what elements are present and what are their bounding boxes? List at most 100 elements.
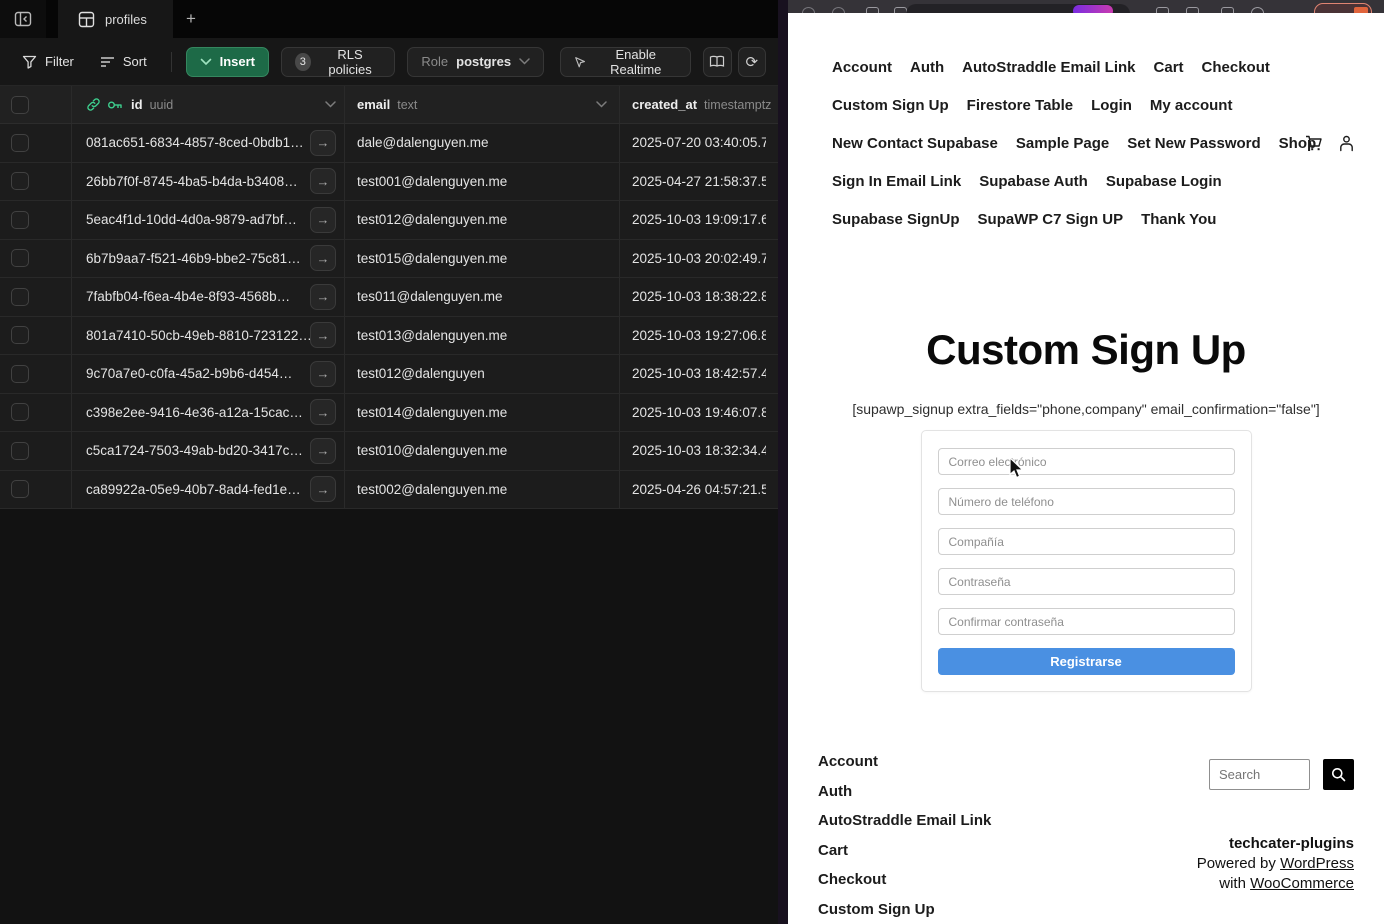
role-select[interactable]: Role postgres xyxy=(407,47,544,77)
footer-link-autostraddle-email-link[interactable]: AutoStraddle Email Link xyxy=(818,812,991,829)
row-checkbox[interactable] xyxy=(11,326,29,344)
expand-row-button[interactable]: → xyxy=(310,361,336,387)
account-icon[interactable] xyxy=(1339,135,1354,152)
cell-email[interactable]: test012@dalenguyen.me xyxy=(357,212,507,227)
nav-link-supabase-auth[interactable]: Supabase Auth xyxy=(979,173,1088,190)
cell-id[interactable]: c398e2ee-9416-4e36-a12a-15cac… xyxy=(86,405,303,420)
nav-link-supabase-login[interactable]: Supabase Login xyxy=(1106,173,1222,190)
table-row[interactable]: c398e2ee-9416-4e36-a12a-15cac… → test014@… xyxy=(0,394,778,433)
cell-created-at[interactable]: 2025-10-03 20:02:49.75 xyxy=(632,251,766,266)
cell-created-at[interactable]: 2025-04-27 21:58:37.54 xyxy=(632,174,766,189)
table-row[interactable]: 6b7b9aa7-f521-46b9-bbe2-75c81… → test015@… xyxy=(0,240,778,279)
cell-id[interactable]: 6b7b9aa7-f521-46b9-bbe2-75c81… xyxy=(86,251,301,266)
table-row[interactable]: 7fabfb04-f6ea-4b4e-8f93-4568b…→ tes011@d… xyxy=(0,278,778,317)
expand-row-button[interactable]: → xyxy=(310,476,336,502)
cell-email[interactable]: test001@dalenguyen.me xyxy=(357,174,507,189)
cart-icon[interactable] xyxy=(1305,135,1323,152)
row-checkbox[interactable] xyxy=(11,403,29,421)
row-checkbox[interactable] xyxy=(11,249,29,267)
filter-button[interactable]: Filter xyxy=(12,47,84,77)
refresh-button[interactable]: ⟳ xyxy=(738,47,766,77)
row-checkbox[interactable] xyxy=(11,442,29,460)
chevron-down-icon[interactable] xyxy=(596,101,607,108)
email-field[interactable] xyxy=(938,448,1235,475)
rls-policies-button[interactable]: 3 RLS policies xyxy=(281,47,395,77)
register-button[interactable]: Registrarse xyxy=(938,648,1235,675)
row-checkbox[interactable] xyxy=(11,134,29,152)
search-button[interactable] xyxy=(1323,759,1354,790)
expand-row-button[interactable]: → xyxy=(310,322,336,348)
nav-link-supabase-signup[interactable]: Supabase SignUp xyxy=(832,211,960,228)
cell-email[interactable]: test015@dalenguyen.me xyxy=(357,251,507,266)
cell-id[interactable]: ca89922a-05e9-40b7-8ad4-fed1e… xyxy=(86,482,301,497)
nav-link-sample-page[interactable]: Sample Page xyxy=(1016,135,1109,152)
cell-email[interactable]: test010@dalenguyen.me xyxy=(357,443,507,458)
cell-email[interactable]: test012@dalenguyen xyxy=(357,366,485,381)
footer-link-checkout[interactable]: Checkout xyxy=(818,871,991,888)
cell-created-at[interactable]: 2025-10-03 19:09:17.64 xyxy=(632,212,766,227)
row-checkbox[interactable] xyxy=(11,211,29,229)
header-id-cell[interactable]: id uuid xyxy=(72,86,345,123)
sort-button[interactable]: Sort xyxy=(90,47,157,77)
table-row[interactable]: 9c70a7e0-c0fa-45a2-b9b6-d454… → test012@d… xyxy=(0,355,778,394)
nav-link-account[interactable]: Account xyxy=(832,59,892,76)
insert-button[interactable]: Insert xyxy=(186,47,269,77)
nav-link-thank-you[interactable]: Thank You xyxy=(1141,211,1216,228)
new-tab-button[interactable]: + xyxy=(173,0,209,38)
footer-link-auth[interactable]: Auth xyxy=(818,783,991,800)
browser-toolbar-sliver[interactable] xyxy=(788,0,1384,13)
nav-link-custom-sign-up[interactable]: Custom Sign Up xyxy=(832,97,949,114)
wordpress-link[interactable]: WordPress xyxy=(1280,855,1354,872)
tab-profiles[interactable]: profiles xyxy=(58,0,173,38)
enable-realtime-button[interactable]: Enable Realtime xyxy=(560,47,691,77)
nav-link-sign-in-email-link[interactable]: Sign In Email Link xyxy=(832,173,961,190)
nav-link-checkout[interactable]: Checkout xyxy=(1202,59,1270,76)
cell-id[interactable]: 5eac4f1d-10dd-4d0a-9879-ad7bf… xyxy=(86,212,297,227)
nav-link-supawp-c7-sign-up[interactable]: SupaWP C7 Sign UP xyxy=(978,211,1124,228)
table-row[interactable]: 5eac4f1d-10dd-4d0a-9879-ad7bf…→ test012@… xyxy=(0,201,778,240)
cell-created-at[interactable]: 2025-07-20 03:40:05.7 xyxy=(632,135,766,150)
nav-link-new-contact-supabase[interactable]: New Contact Supabase xyxy=(832,135,998,152)
expand-row-button[interactable]: → xyxy=(310,438,336,464)
expand-row-button[interactable]: → xyxy=(310,168,336,194)
password-field[interactable] xyxy=(938,568,1235,595)
cell-email[interactable]: test014@dalenguyen.me xyxy=(357,405,507,420)
cell-email[interactable]: test002@dalenguyen.me xyxy=(357,482,507,497)
cell-created-at[interactable]: 2025-10-03 19:27:06.83 xyxy=(632,328,766,343)
cell-id[interactable]: 9c70a7e0-c0fa-45a2-b9b6-d454… xyxy=(86,366,292,381)
expand-row-button[interactable]: → xyxy=(310,245,336,271)
cell-created-at[interactable]: 2025-10-03 18:38:22.82 xyxy=(632,289,766,304)
confirm-password-field[interactable] xyxy=(938,608,1235,635)
header-created-at-cell[interactable]: created_at timestamptz xyxy=(620,86,778,123)
cell-id[interactable]: c5ca1724-7503-49ab-bd20-3417c… xyxy=(86,443,303,458)
company-field[interactable] xyxy=(938,528,1235,555)
chevron-down-icon[interactable] xyxy=(325,101,336,108)
nav-link-set-new-password[interactable]: Set New Password xyxy=(1127,135,1260,152)
woocommerce-link[interactable]: WooCommerce xyxy=(1250,875,1354,892)
cell-created-at[interactable]: 2025-10-03 18:32:34.41 xyxy=(632,443,766,458)
row-checkbox[interactable] xyxy=(11,288,29,306)
header-email-cell[interactable]: email text xyxy=(345,86,620,123)
cell-id[interactable]: 801a7410-50cb-49eb-8810-723122… xyxy=(86,328,310,343)
nav-link-firestore-table[interactable]: Firestore Table xyxy=(967,97,1073,114)
table-row[interactable]: ca89922a-05e9-40b7-8ad4-fed1e… → test002@… xyxy=(0,471,778,510)
search-input[interactable] xyxy=(1209,759,1310,790)
cell-created-at[interactable]: 2025-04-26 04:57:21.59 xyxy=(632,482,766,497)
cell-id[interactable]: 081ac651-6834-4857-8ced-0bdb1… xyxy=(86,135,304,150)
footer-link-custom-sign-up[interactable]: Custom Sign Up xyxy=(818,901,991,918)
expand-row-button[interactable]: → xyxy=(310,399,336,425)
row-checkbox[interactable] xyxy=(11,480,29,498)
table-row[interactable]: 081ac651-6834-4857-8ced-0bdb1…→ dale@dal… xyxy=(0,124,778,163)
row-checkbox[interactable] xyxy=(11,172,29,190)
sidebar-collapse-button[interactable] xyxy=(11,7,35,31)
select-all-checkbox[interactable] xyxy=(11,96,29,114)
cell-id[interactable]: 7fabfb04-f6ea-4b4e-8f93-4568b… xyxy=(86,289,290,304)
nav-link-login[interactable]: Login xyxy=(1091,97,1132,114)
nav-link-cart[interactable]: Cart xyxy=(1154,59,1184,76)
table-row[interactable]: c5ca1724-7503-49ab-bd20-3417c… → test010@… xyxy=(0,432,778,471)
nav-link-auth[interactable]: Auth xyxy=(910,59,944,76)
footer-link-account[interactable]: Account xyxy=(818,753,991,770)
expand-row-button[interactable]: → xyxy=(310,130,336,156)
phone-field[interactable] xyxy=(938,488,1235,515)
row-checkbox[interactable] xyxy=(11,365,29,383)
